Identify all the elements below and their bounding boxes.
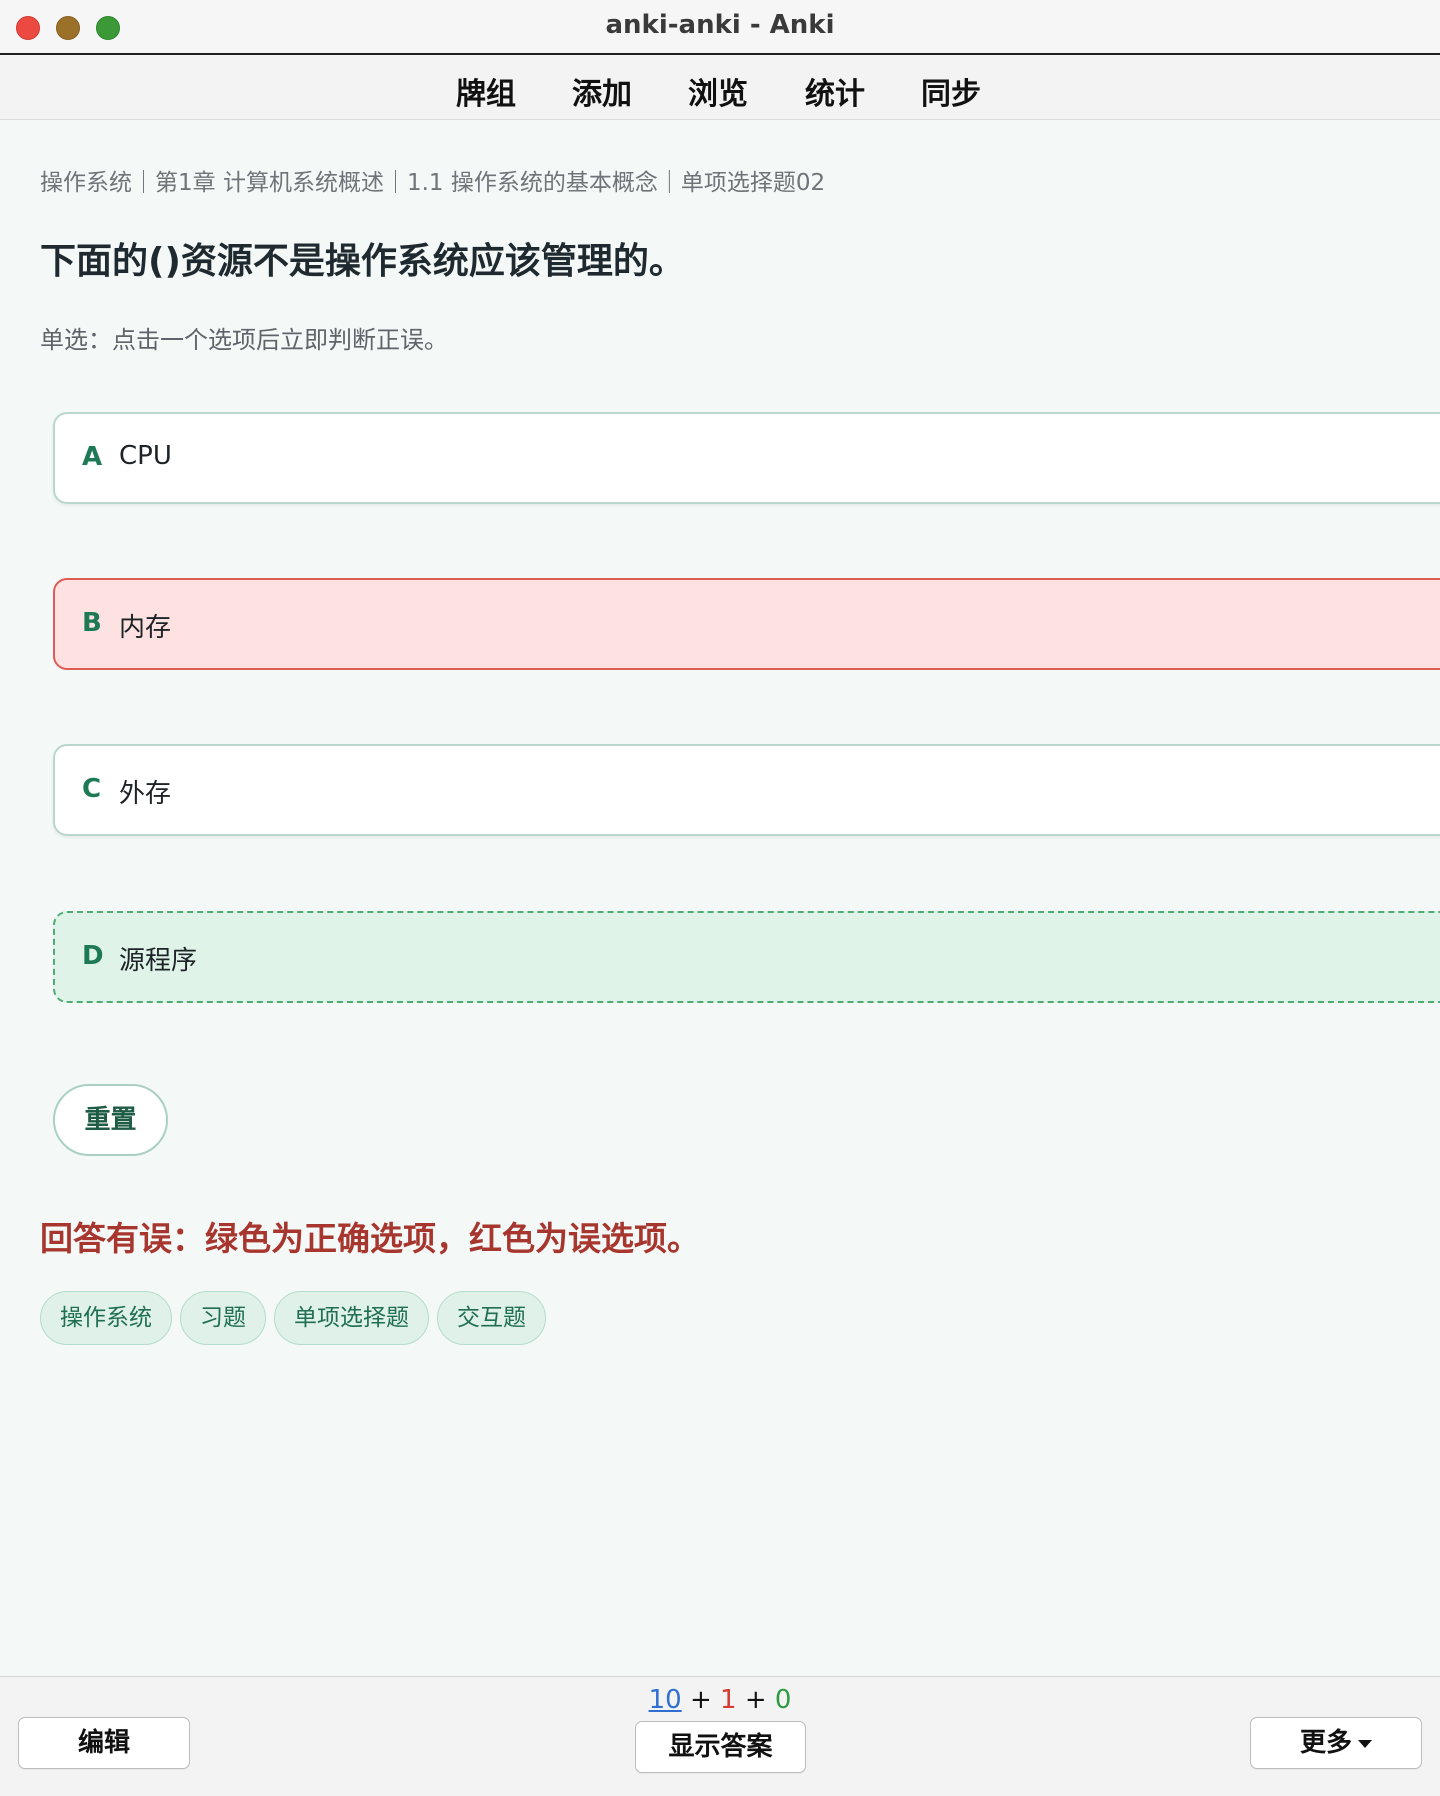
- show-answer-label: 显示答案: [668, 1732, 773, 1762]
- toolbar-add[interactable]: 添加: [572, 69, 632, 113]
- tag-item[interactable]: 交互题: [437, 1291, 546, 1345]
- learn-count: 1: [720, 1685, 737, 1715]
- toolbar-decks[interactable]: 牌组: [456, 69, 516, 113]
- question-text: 下面的()资源不是操作系统应该管理的。: [40, 241, 685, 282]
- tag-item[interactable]: 单项选择题: [274, 1291, 429, 1345]
- tag-item[interactable]: 习题: [180, 1291, 266, 1345]
- main-toolbar: 牌组 添加 浏览 统计 同步: [0, 55, 1440, 120]
- answer-feedback: 回答有误：绿色为正确选项，红色为误选项。: [40, 1219, 700, 1258]
- count-separator: +: [689, 1685, 712, 1715]
- window-title: anki-anki - Anki: [605, 10, 835, 40]
- option-text: 外存: [119, 779, 172, 809]
- option-letter: C: [82, 774, 102, 804]
- option-letter: D: [82, 941, 104, 971]
- toolbar-stats[interactable]: 统计: [805, 69, 865, 113]
- option-c[interactable]: C 外存: [53, 744, 1440, 836]
- option-b[interactable]: B 内存: [53, 578, 1440, 670]
- toolbar-sync[interactable]: 同步: [921, 69, 981, 113]
- reset-button[interactable]: 重置: [53, 1084, 168, 1156]
- tag-item[interactable]: 操作系统: [40, 1291, 172, 1345]
- toolbar-browse[interactable]: 浏览: [688, 69, 748, 113]
- title-bar: anki-anki - Anki: [0, 0, 1440, 55]
- due-counts: 10 + 1 + 0: [0, 1685, 1440, 1715]
- more-button-label: 更多: [1299, 1728, 1352, 1758]
- option-letter: B: [82, 608, 102, 638]
- option-text: CPU: [119, 441, 172, 471]
- edit-button[interactable]: 编辑: [18, 1717, 190, 1769]
- card-breadcrumb: 操作系统｜第1章 计算机系统概述｜1.1 操作系统的基本概念｜单项选择题02: [40, 170, 826, 196]
- edit-button-label: 编辑: [77, 1728, 130, 1758]
- option-d[interactable]: D 源程序: [53, 911, 1440, 1003]
- new-count[interactable]: 10: [649, 1685, 682, 1715]
- review-count: 0: [774, 1685, 792, 1715]
- chevron-down-icon: [1358, 1739, 1372, 1748]
- option-text: 内存: [119, 613, 172, 643]
- tag-list: 操作系统 习题 单项选择题 交互题: [40, 1291, 554, 1347]
- option-a[interactable]: A CPU: [53, 412, 1440, 504]
- option-letter: A: [82, 442, 103, 472]
- more-button[interactable]: 更多: [1250, 1717, 1422, 1769]
- option-text: 源程序: [119, 946, 198, 976]
- anki-window: anki-anki - Anki 牌组 添加 浏览 统计 同步 操作系统｜第1章…: [0, 0, 1440, 1796]
- show-answer-button[interactable]: 显示答案: [635, 1721, 806, 1773]
- instruction-hint: 单选：点击一个选项后立即判断正误。: [40, 326, 448, 354]
- count-separator: +: [744, 1685, 767, 1715]
